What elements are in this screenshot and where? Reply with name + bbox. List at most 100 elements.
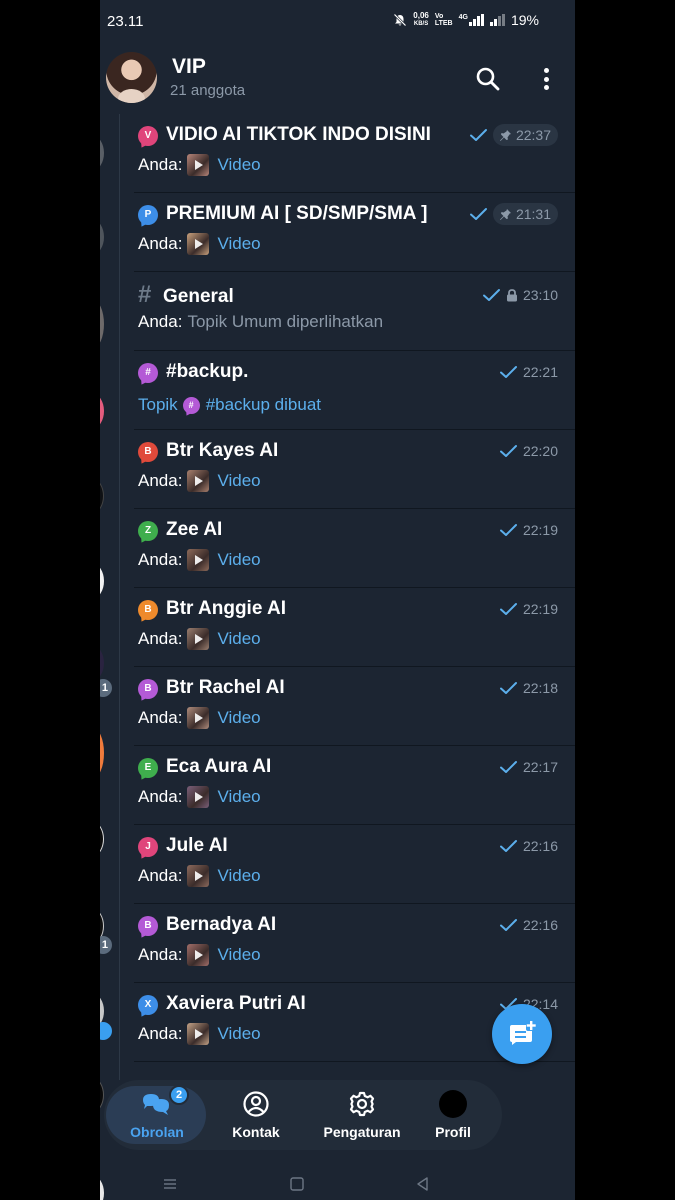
topic-time: 22:20 [522, 443, 558, 459]
topic-title: General [163, 286, 234, 307]
read-check-icon [499, 524, 517, 536]
recents-icon[interactable] [162, 1176, 178, 1192]
more-vertical-icon[interactable] [536, 66, 556, 92]
topic-time: 22:18 [522, 680, 558, 696]
tab-chats-label: Obrolan [130, 1124, 184, 1140]
topic-row[interactable]: P PREMIUM AI [ SD/SMP/SMA ] 21:31 Anda: Vide… [120, 193, 575, 272]
signal-icon [468, 14, 484, 26]
strip-avatar[interactable] [100, 300, 104, 348]
topic-icon: V [138, 126, 158, 146]
read-check-icon [499, 366, 517, 378]
topic-meta: 22:19 [499, 598, 558, 620]
inline-topic-icon: # [182, 396, 200, 414]
read-check-icon [499, 840, 517, 852]
gear-icon [349, 1091, 375, 1117]
video-thumbnail [187, 786, 210, 808]
topic-row[interactable]: Z Zee AI 22:19 Anda: Video [120, 509, 575, 588]
signal-4g: 4G [459, 14, 484, 26]
topic-icon: X [138, 995, 158, 1015]
tab-chats[interactable]: 2 Obrolan [108, 1080, 206, 1150]
pinned-time-pill: 22:37 [492, 124, 558, 146]
group-avatar[interactable] [106, 52, 157, 103]
back-icon[interactable] [415, 1176, 431, 1192]
topic-preview: Anda: Video [138, 549, 261, 571]
chats-unread-badge: 2 [169, 1085, 189, 1105]
topic-title: Btr Kayes AI [166, 440, 279, 461]
strip-unread-badge: 1 [100, 936, 112, 954]
topic-row[interactable]: J Jule AI 22:16 Anda: Video [120, 825, 575, 904]
status-bar: 23.11 0,06 KB/S Vo LTEB 4G 19% [100, 0, 575, 44]
strip-avatar[interactable] [100, 394, 104, 428]
strip-avatar[interactable] [100, 564, 104, 598]
tab-settings[interactable]: Pengaturan [312, 1080, 412, 1150]
topic-row[interactable]: # #backup. 22:21 Topik # #backup dibuat [120, 351, 575, 430]
status-icons: 0,06 KB/S Vo LTEB 4G 19% [393, 12, 539, 28]
topic-row[interactable]: B Btr Anggie AI 22:19 Anda: Video [120, 588, 575, 667]
strip-avatar[interactable] [100, 136, 104, 170]
preview-text: Video [217, 550, 261, 569]
topic-preview: Anda: Video [138, 707, 261, 729]
read-check-icon [499, 445, 517, 457]
new-topic-button[interactable] [492, 1004, 552, 1064]
tab-contacts[interactable]: Kontak [216, 1080, 296, 1150]
topic-row[interactable]: B Btr Kayes AI 22:20 Anda: Video [120, 430, 575, 509]
strip-avatar[interactable] [100, 822, 104, 856]
topic-row[interactable]: # General 23:10 Anda: Topik Umum diperlihatk… [120, 272, 575, 351]
topic-list: V VIDIO AI TIKTOK INDO DISINI 22:37 Anda: Vi… [120, 114, 575, 1062]
topic-icon: J [138, 837, 158, 857]
topic-icon: P [138, 205, 158, 225]
topic-icon: B [138, 916, 158, 936]
preview-text: Video [217, 1024, 261, 1043]
preview-sender: Anda: [138, 471, 183, 490]
chat-header: VIP 21 anggota [100, 44, 575, 114]
topic-preview: Anda: Video [138, 944, 261, 966]
read-check-icon [499, 919, 517, 931]
topic-time: 22:37 [515, 127, 551, 143]
strip-avatar[interactable] [100, 1078, 104, 1112]
signal-icon-2 [489, 14, 505, 26]
preview-sender: Topik [138, 395, 178, 414]
mute-icon [393, 13, 407, 27]
read-check-icon [482, 289, 500, 301]
topic-icon: E [138, 758, 158, 778]
network-label: 4G [458, 14, 468, 21]
topic-icon: # [138, 363, 158, 383]
preview-sender: Anda: [138, 234, 183, 253]
topic-preview: Anda: Video [138, 154, 261, 176]
tab-contacts-label: Kontak [232, 1124, 280, 1140]
strip-avatar[interactable] [100, 728, 104, 778]
battery-text: 19% [510, 12, 539, 28]
tab-profile[interactable]: Profil [418, 1080, 488, 1150]
video-thumbnail [187, 549, 210, 571]
net-speed-value: 0,06 [413, 11, 429, 20]
topic-row[interactable]: E Eca Aura AI 22:17 Anda: Video [120, 746, 575, 825]
contact-icon [243, 1091, 269, 1117]
topic-time: 22:21 [522, 364, 558, 380]
home-icon[interactable] [289, 1176, 305, 1192]
topic-meta: 21:31 [469, 203, 558, 225]
strip-avatar[interactable] [100, 479, 104, 513]
preview-text: Topik Umum diperlihatkan [187, 312, 384, 331]
topic-time: 22:19 [522, 601, 558, 617]
topic-title: Btr Anggie AI [166, 598, 286, 619]
topic-meta: 22:19 [499, 519, 558, 541]
preview-sender: Anda: [138, 866, 183, 885]
strip-avatar[interactable] [100, 220, 104, 254]
topic-row[interactable]: B Btr Rachel AI 22:18 Anda: Video [120, 667, 575, 746]
preview-text: Video [217, 866, 261, 885]
strip-unread-badge [100, 1022, 112, 1040]
topic-row[interactable]: V VIDIO AI TIKTOK INDO DISINI 22:37 Anda: Vi… [120, 114, 575, 193]
strip-avatar[interactable] [100, 646, 104, 680]
topic-meta: 23:10 [482, 284, 558, 306]
search-icon[interactable] [475, 66, 501, 92]
read-check-icon [469, 129, 487, 141]
collapsed-chat-strip[interactable]: 1 1 [100, 114, 120, 1200]
video-thumbnail [187, 233, 210, 255]
topic-meta: 22:37 [469, 124, 558, 146]
topic-meta: 22:17 [499, 756, 558, 778]
preview-sender: Anda: [138, 708, 183, 727]
pin-icon [499, 208, 511, 220]
phone-screen: 23.11 0,06 KB/S Vo LTEB 4G 19% VIP 2 1 an… [100, 0, 575, 1200]
topic-row[interactable]: B Bernadya AI 22:16 Anda: Video [120, 904, 575, 983]
group-title[interactable]: VIP [172, 55, 206, 79]
